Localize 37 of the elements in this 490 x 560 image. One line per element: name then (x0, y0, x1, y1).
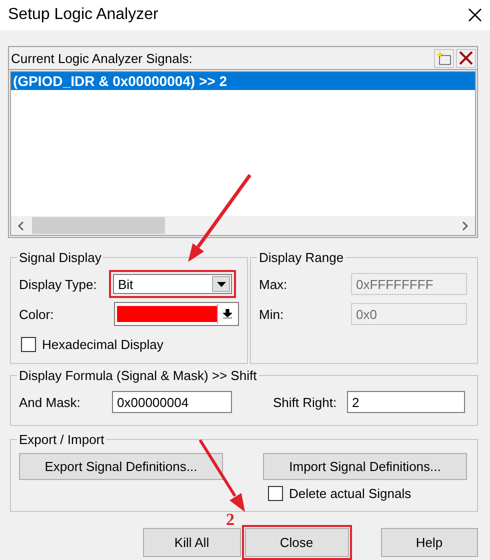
scroll-right-icon (462, 220, 469, 230)
group-title: Display Formula (Signal & Mask) >> Shift (19, 368, 257, 383)
new-button[interactable] (434, 48, 454, 68)
export-import-button[interactable]: Export Signal Definitions... (19, 452, 223, 480)
dialog-button[interactable]: Help (380, 528, 478, 556)
list-item[interactable]: (GPIOD_IDR & 0x00000004) >> 2 (11, 72, 475, 90)
new-item-icon (436, 50, 452, 66)
color-picker[interactable] (114, 302, 239, 326)
delete-button[interactable] (456, 48, 476, 68)
checkbox[interactable] (21, 336, 36, 352)
field-label: Shift Right: (273, 394, 338, 410)
delete-icon (459, 51, 473, 65)
field-label: Max: (259, 276, 288, 292)
dialog-button[interactable]: Kill All (143, 528, 240, 556)
field-label: Color: (19, 306, 55, 322)
group-title: Display Range (259, 250, 344, 265)
export-import-button[interactable]: Import Signal Definitions... (263, 452, 467, 480)
input-field[interactable]: 2 (347, 391, 465, 413)
dropdown[interactable]: Bit (113, 274, 232, 294)
scroll-left-icon (17, 220, 24, 230)
dialog-button[interactable]: Close (244, 528, 348, 556)
panel-label: Current Logic Analyzer Signals: (11, 50, 192, 66)
group-title: Signal Display (19, 250, 102, 265)
group-title: Export / Import (19, 432, 104, 447)
field-label: And Mask: (19, 394, 82, 410)
close-icon (468, 8, 482, 22)
window-title: Setup Logic Analyzer (8, 6, 158, 24)
caret-icon (216, 282, 226, 286)
checkbox-label: Hexadecimal Display (42, 336, 164, 352)
download-arrow-icon (222, 309, 232, 319)
input-field[interactable]: 0x00000004 (112, 391, 232, 413)
checkbox-label: Delete actual Signals (289, 486, 412, 500)
field-label: Display Type: (19, 276, 98, 292)
checkbox[interactable] (268, 486, 283, 500)
annotation-number: 2 (226, 510, 234, 530)
scroll-bar[interactable] (11, 216, 475, 235)
field-label: Min: (259, 306, 285, 322)
